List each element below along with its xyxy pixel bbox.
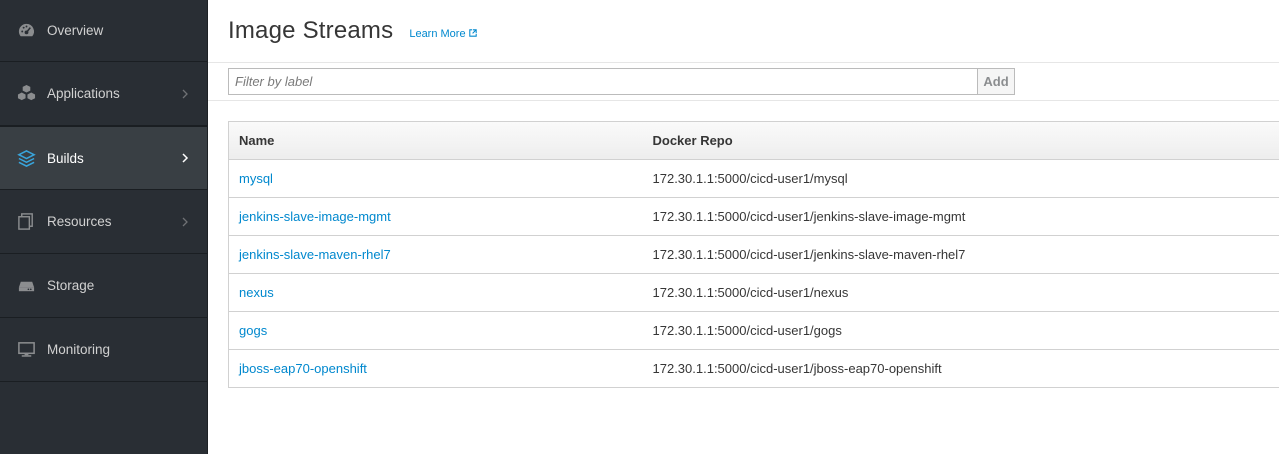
files-icon <box>16 212 36 232</box>
sidebar-item-label: Monitoring <box>47 342 111 357</box>
column-header-docker-repo[interactable]: Docker Repo <box>642 121 1279 160</box>
docker-repo-cell: 172.30.1.1:5000/cicd-user1/nexus <box>642 273 1279 312</box>
layers-icon <box>16 148 36 168</box>
name-cell: jboss-eap70-openshift <box>228 349 643 388</box>
image-stream-link[interactable]: nexus <box>239 285 274 300</box>
sidebar-item-builds[interactable]: Builds <box>0 126 207 190</box>
sidebar-item-label: Storage <box>47 278 95 293</box>
image-streams-table: Name Docker Repo mysql 172.30.1.1:5000/c… <box>228 121 1279 388</box>
main-content: Image Streams Learn More Add Name Docker… <box>208 0 1279 454</box>
image-stream-link[interactable]: jenkins-slave-maven-rhel7 <box>239 247 391 262</box>
filter-toolbar: Add <box>208 63 1279 101</box>
sidebar-item-overview[interactable]: Overview <box>0 0 207 62</box>
sidebar-item-label: Applications <box>47 86 120 101</box>
name-cell: jenkins-slave-maven-rhel7 <box>228 235 643 274</box>
sidebar-nav: Overview Applications Builds Resources S… <box>0 0 208 454</box>
filter-by-label-input[interactable] <box>228 68 977 95</box>
chevron-right-icon <box>181 89 189 99</box>
image-streams-table-container: Name Docker Repo mysql 172.30.1.1:5000/c… <box>228 121 1279 388</box>
table-row: mysql 172.30.1.1:5000/cicd-user1/mysql <box>228 159 1279 198</box>
sidebar-item-resources[interactable]: Resources <box>0 190 207 254</box>
chevron-right-icon <box>181 153 189 163</box>
docker-repo-cell: 172.30.1.1:5000/cicd-user1/gogs <box>642 311 1279 350</box>
table-header-row: Name Docker Repo <box>228 121 1279 160</box>
sidebar-item-label: Builds <box>47 150 84 166</box>
image-stream-link[interactable]: mysql <box>239 171 273 186</box>
image-stream-link[interactable]: jboss-eap70-openshift <box>239 361 367 376</box>
page-title: Image Streams <box>228 17 394 44</box>
docker-repo-cell: 172.30.1.1:5000/cicd-user1/jenkins-slave… <box>642 197 1279 236</box>
table-row: jenkins-slave-maven-rhel7 172.30.1.1:500… <box>228 235 1279 274</box>
sidebar-item-storage[interactable]: Storage <box>0 254 207 318</box>
name-cell: nexus <box>228 273 643 312</box>
external-link-icon <box>468 28 477 40</box>
table-row: nexus 172.30.1.1:5000/cicd-user1/nexus <box>228 273 1279 312</box>
sidebar-item-label: Overview <box>47 23 104 38</box>
column-header-name[interactable]: Name <box>228 121 643 160</box>
monitor-icon <box>16 340 36 360</box>
docker-repo-cell: 172.30.1.1:5000/cicd-user1/jenkins-slave… <box>642 235 1279 274</box>
chevron-right-icon <box>181 217 189 227</box>
image-stream-link[interactable]: gogs <box>239 323 267 338</box>
learn-more-link[interactable]: Learn More <box>409 28 477 40</box>
hard-drive-icon <box>16 276 36 296</box>
table-row: jenkins-slave-image-mgmt 172.30.1.1:5000… <box>228 197 1279 236</box>
docker-repo-cell: 172.30.1.1:5000/cicd-user1/mysql <box>642 159 1279 198</box>
page-header: Image Streams Learn More <box>208 0 1279 63</box>
image-stream-link[interactable]: jenkins-slave-image-mgmt <box>239 209 391 224</box>
docker-repo-cell: 172.30.1.1:5000/cicd-user1/jboss-eap70-o… <box>642 349 1279 388</box>
cubes-icon <box>16 84 36 104</box>
dashboard-icon <box>16 21 36 41</box>
table-row: gogs 172.30.1.1:5000/cicd-user1/gogs <box>228 311 1279 350</box>
name-cell: mysql <box>228 159 643 198</box>
name-cell: gogs <box>228 311 643 350</box>
table-row: jboss-eap70-openshift 172.30.1.1:5000/ci… <box>228 349 1279 388</box>
name-cell: jenkins-slave-image-mgmt <box>228 197 643 236</box>
sidebar-item-applications[interactable]: Applications <box>0 62 207 126</box>
learn-more-label: Learn More <box>409 28 466 40</box>
add-filter-button[interactable]: Add <box>977 68 1015 95</box>
sidebar-item-label: Resources <box>47 214 112 229</box>
sidebar-item-monitoring[interactable]: Monitoring <box>0 318 207 382</box>
